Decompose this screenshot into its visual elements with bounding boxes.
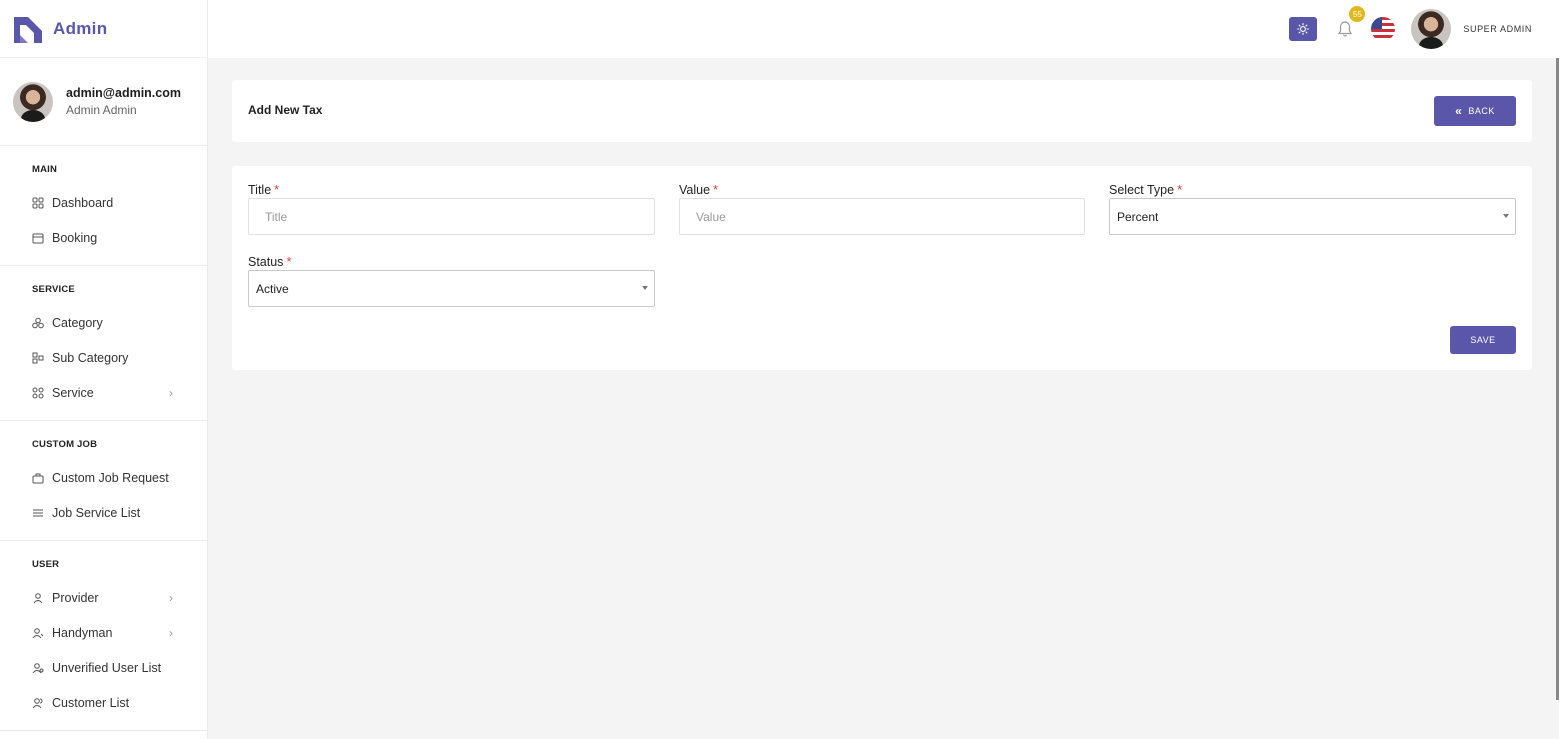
us-flag-icon[interactable] <box>1371 17 1396 41</box>
caret-down-icon <box>642 286 648 290</box>
sidebar-item-label: Sub Category <box>52 350 129 365</box>
type-select-value: Percent <box>1117 209 1159 224</box>
sidebar-item-category[interactable]: Category <box>0 305 207 340</box>
sidebar-item-booking[interactable]: Booking <box>0 220 207 255</box>
caret-down-icon <box>1503 214 1509 218</box>
sidebar-item-label: Customer List <box>52 695 130 710</box>
sidebar-item-custom-job-request[interactable]: Custom Job Request <box>0 460 207 495</box>
sidebar-item-unverified-user-list[interactable]: Unverified User List <box>0 650 207 685</box>
user-role-label[interactable]: SUPER ADMIN <box>1463 24 1532 34</box>
sidebar-item-label: Provider <box>52 590 99 605</box>
status-label: Status <box>248 255 284 269</box>
users-icon <box>32 697 44 709</box>
status-field: Status * Active <box>248 254 655 308</box>
nav-section: CUSTOM JOB Custom Job Request Job Service … <box>0 421 207 541</box>
calendar-icon <box>32 232 44 244</box>
user-tool-icon <box>32 627 44 639</box>
user-avatar[interactable] <box>1411 9 1452 49</box>
required-mark: * <box>1177 182 1183 197</box>
brand-logo-icon <box>14 16 42 43</box>
sidebar-item-label: Job Service List <box>52 505 141 520</box>
sidebar-item-job-service-list[interactable]: Job Service List <box>0 495 207 530</box>
bell-icon <box>1338 21 1353 37</box>
page-header-card: Add New Tax « BACK <box>232 80 1532 142</box>
back-label: BACK <box>1468 106 1495 116</box>
chevron-right-icon: › <box>169 625 173 640</box>
tax-form-card: Title * Title Value * Value Select Type * P… <box>232 166 1532 370</box>
sidebar-nav: MAIN Dashboard Booking SERVICE Category Sub C… <box>0 146 207 731</box>
brand[interactable]: Admin <box>0 0 207 58</box>
double-chevron-left-icon: « <box>1455 104 1463 118</box>
theme-toggle-button[interactable] <box>1289 17 1318 41</box>
required-mark: * <box>274 182 280 197</box>
service-icon <box>32 387 44 399</box>
sidebar-item-service[interactable]: Service › <box>0 375 207 410</box>
sidebar-item-dashboard[interactable]: Dashboard <box>0 185 207 220</box>
required-mark: * <box>713 182 719 197</box>
nav-section-heading: MAIN <box>32 164 58 175</box>
status-select[interactable]: Active <box>248 270 655 307</box>
chevron-right-icon: › <box>169 385 173 400</box>
type-field: Select Type * Percent <box>1109 182 1516 236</box>
page-title: Add New Tax <box>248 103 323 117</box>
type-select[interactable]: Percent <box>1109 198 1516 235</box>
category-icon <box>32 317 44 329</box>
notifications-button[interactable]: 55 <box>1334 6 1366 40</box>
sun-icon <box>1297 23 1310 35</box>
nav-section: SERVICE Category Sub Category Service › <box>0 266 207 421</box>
back-button[interactable]: « BACK <box>1434 96 1516 126</box>
user-unverified-icon <box>32 662 44 674</box>
nav-section-heading: SERVICE <box>32 284 75 295</box>
title-label: Title <box>248 183 272 197</box>
sidebar-item-label: Unverified User List <box>52 660 162 675</box>
save-button[interactable]: SAVE <box>1450 326 1516 354</box>
profile-name: Admin Admin <box>66 103 137 117</box>
topbar: 55 SUPER ADMIN <box>208 0 1559 58</box>
sidebar-item-label: Dashboard <box>52 195 114 210</box>
profile-email: admin@admin.com <box>66 86 181 100</box>
sidebar: Admin admin@admin.com Admin Admin ‹ MAIN… <box>0 0 208 739</box>
sidebar-item-provider[interactable]: Provider › <box>0 580 207 615</box>
value-input[interactable]: Value <box>679 198 1085 235</box>
nav-section-heading: CUSTOM JOB <box>32 439 98 450</box>
sub-category-icon <box>32 352 44 364</box>
sidebar-item-label: Booking <box>52 230 98 245</box>
chevron-right-icon: › <box>169 590 173 605</box>
sidebar-item-label: Category <box>52 315 103 330</box>
user-icon <box>32 592 44 604</box>
title-field: Title * Title <box>248 182 655 236</box>
value-label: Value <box>679 183 711 197</box>
list-icon <box>32 507 44 519</box>
notification-badge: 55 <box>1349 6 1366 22</box>
sidebar-item-label: Handyman <box>52 625 113 640</box>
status-select-value: Active <box>256 281 289 296</box>
briefcase-icon <box>32 472 44 484</box>
title-input[interactable]: Title <box>248 198 655 235</box>
type-label: Select Type <box>1109 183 1175 197</box>
value-field: Value * Value <box>679 182 1085 236</box>
required-mark: * <box>286 254 292 269</box>
sidebar-profile: admin@admin.com Admin Admin ‹ <box>0 58 207 146</box>
dashboard-icon <box>32 197 44 209</box>
sidebar-item-sub-category[interactable]: Sub Category <box>0 340 207 375</box>
nav-section: USER Provider › Handyman › Unverified User Li… <box>0 541 207 731</box>
avatar <box>13 81 53 122</box>
brand-name: Admin <box>53 18 108 38</box>
sidebar-item-label: Service <box>52 385 94 400</box>
sidebar-item-handyman[interactable]: Handyman › <box>0 615 207 650</box>
sidebar-item-customer-list[interactable]: Customer List <box>0 685 207 720</box>
nav-section: MAIN Dashboard Booking <box>0 146 207 266</box>
nav-section-heading: USER <box>32 559 60 570</box>
sidebar-item-label: Custom Job Request <box>52 470 169 485</box>
